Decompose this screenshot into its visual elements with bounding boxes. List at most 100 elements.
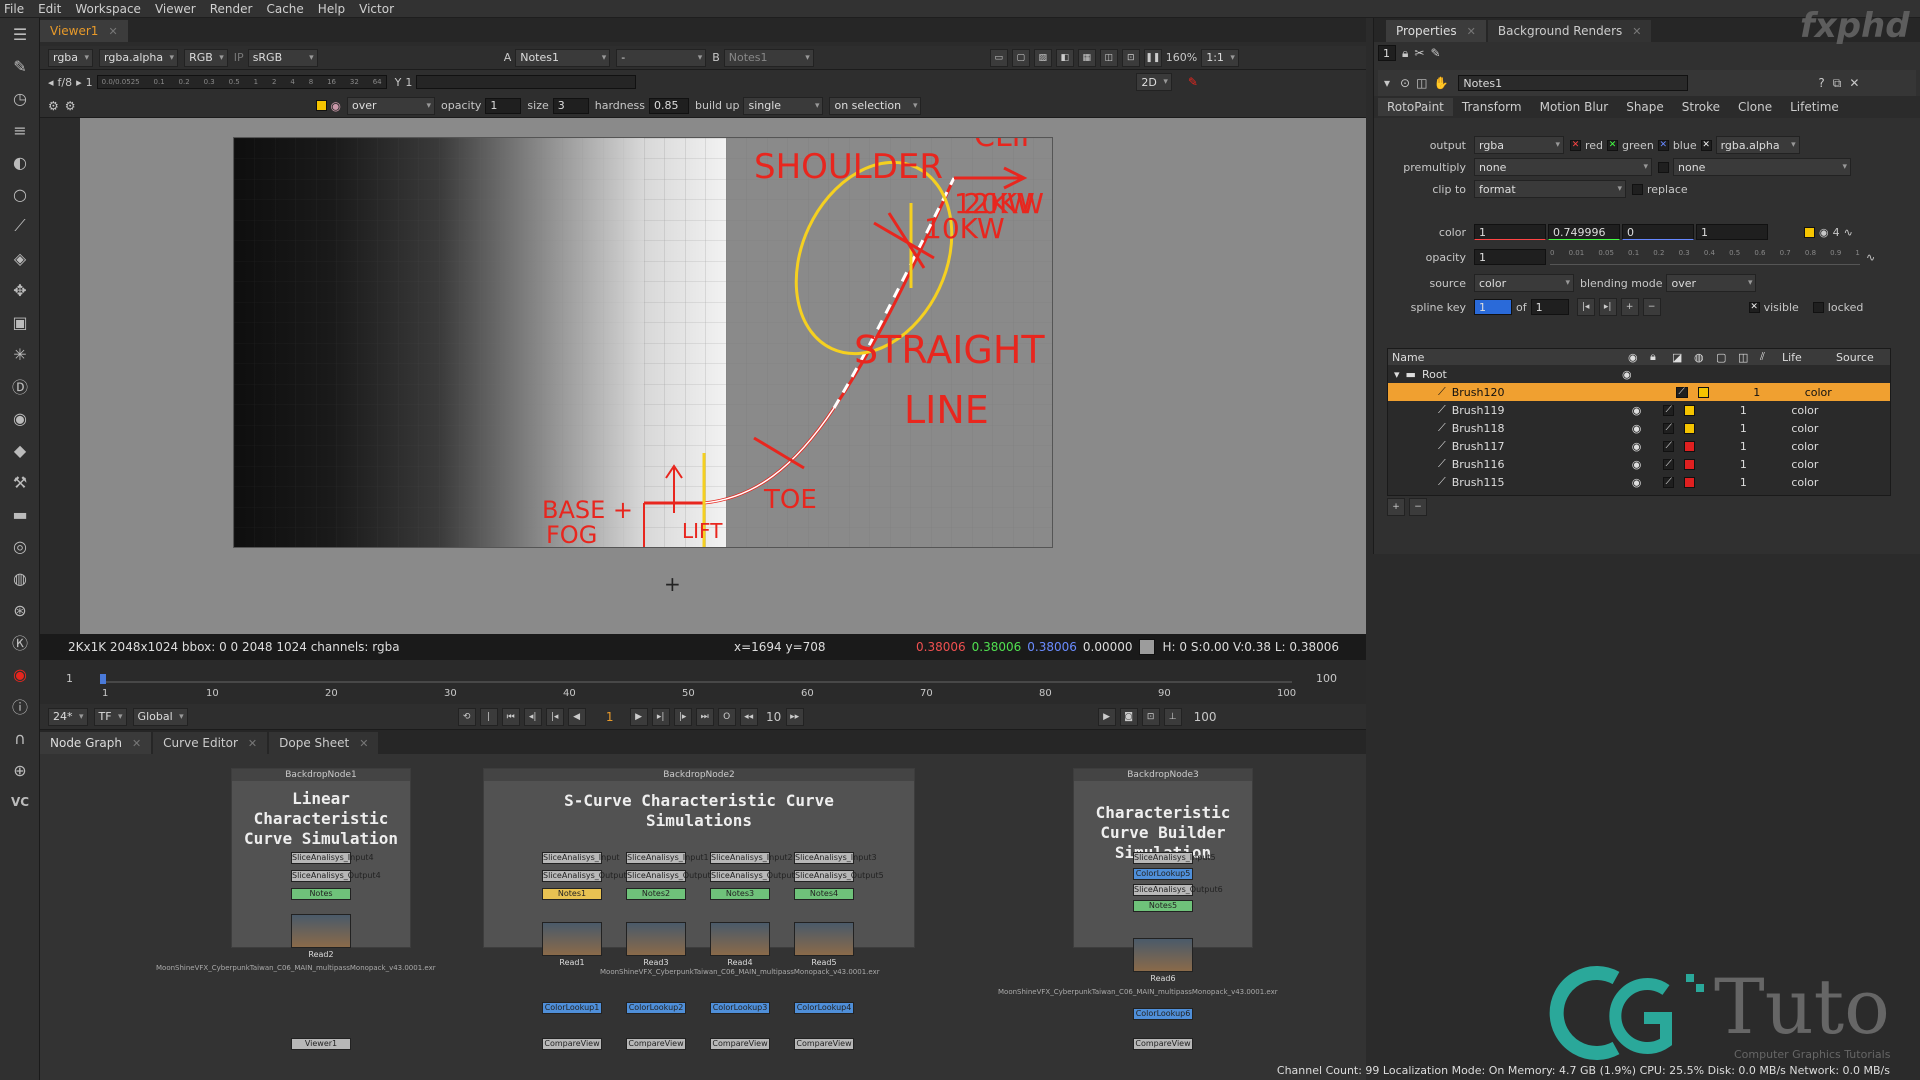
notes-node[interactable]: Notes <box>291 888 351 900</box>
grid-icon[interactable]: ▦ <box>1077 48 1096 67</box>
node-name-field[interactable]: Notes1 <box>1458 75 1689 91</box>
pause-icon[interactable]: ❚❚ <box>1143 48 1162 67</box>
curve-icon[interactable]: ∿ <box>1866 251 1875 264</box>
menu-render[interactable]: Render <box>210 2 253 16</box>
slice-output-node[interactable]: SliceAnalisys_Output5 <box>794 870 884 882</box>
read-node[interactable] <box>1133 938 1193 972</box>
green-checkbox[interactable]: ✕ <box>1607 139 1619 151</box>
transform-icon[interactable]: ✥ <box>0 274 40 306</box>
wipe-icon[interactable]: ▨ <box>1033 48 1052 67</box>
tab-motion-blur[interactable]: Motion Blur <box>1531 98 1618 116</box>
layer-row-brush120[interactable]: ⟋ Brush120 ⟋ 1 color <box>1388 383 1890 401</box>
colorlookup-node[interactable]: ColorLookup6 <box>1133 1008 1193 1020</box>
layer-row-brush116[interactable]: ⟋ Brush116 ◉ ⟋ 1 color <box>1388 455 1890 473</box>
opacity-slider[interactable]: 0 0.01 0.05 0.1 0.2 0.3 0.4 0.5 0.6 0.7 0.8 0.9 1 <box>1550 249 1860 265</box>
premult-checkbox[interactable] <box>1658 161 1669 173</box>
layer-row-brush118[interactable]: ⟋ Brush118 ◉ ⟋ 1 color <box>1388 419 1890 437</box>
next-key-icon[interactable]: |▸ <box>673 707 692 726</box>
end-frame[interactable]: 100 <box>1194 710 1217 724</box>
invert-checkbox[interactable]: ⟋ <box>1675 386 1688 398</box>
float-icon[interactable]: ✂ <box>1414 46 1424 60</box>
compareview-node[interactable]: CompareView <box>542 1038 602 1050</box>
gamma-slider[interactable] <box>416 75 637 89</box>
last-frame-icon[interactable]: ⏭ <box>695 707 714 726</box>
spline-key-field[interactable]: 1 <box>1474 299 1512 315</box>
eye-icon[interactable]: ◉ <box>1622 368 1632 381</box>
first-frame-icon[interactable]: ⏮ <box>501 707 520 726</box>
overlay-icon[interactable]: ◧ <box>1055 48 1074 67</box>
stroke-color-swatch[interactable] <box>1697 386 1709 398</box>
node-graph[interactable]: BackdropNode1 Linear Characteristic Curv… <box>40 754 1366 1080</box>
menu-file[interactable]: File <box>4 2 24 16</box>
buildup-label[interactable]: build up <box>695 99 740 112</box>
stroke-color-swatch[interactable] <box>1684 422 1696 434</box>
read-node[interactable] <box>626 922 686 956</box>
tab-viewer1[interactable]: Viewer1 ✕ <box>40 20 128 42</box>
vc-icon[interactable]: VC <box>0 786 40 818</box>
menu-edit[interactable]: Edit <box>38 2 61 16</box>
add-layer-button[interactable]: + <box>1387 498 1405 516</box>
tab-transform[interactable]: Transform <box>1453 98 1531 116</box>
red-checkbox[interactable]: ✕ <box>1570 139 1581 151</box>
hardness-field[interactable]: 0.85 <box>648 97 689 114</box>
notes-node[interactable]: Notes4 <box>794 888 854 900</box>
clip-dropdown[interactable]: format <box>1474 180 1626 198</box>
add-key-icon[interactable]: + <box>1620 298 1639 316</box>
max-panels-field[interactable]: 1 <box>1378 45 1396 61</box>
record-icon[interactable]: ◉ <box>0 658 40 690</box>
slice-input-node[interactable]: SliceAnalisys_Input5 <box>1133 852 1216 864</box>
slice-output-node[interactable]: SliceAnalisys_Output <box>542 870 627 882</box>
compareview-node[interactable]: CompareView <box>626 1038 686 1050</box>
opacity-field[interactable]: 1 <box>1474 249 1546 265</box>
replace-checkbox[interactable] <box>1632 183 1643 195</box>
blend-dropdown[interactable]: over <box>347 96 436 115</box>
views-icon[interactable]: ◉ <box>0 402 40 434</box>
premultiply2-dropdown[interactable]: none <box>1673 158 1851 176</box>
read-node[interactable] <box>291 914 351 948</box>
layer-row-brush115[interactable]: ⟋ Brush115 ◉ ⟋ 1 color <box>1388 473 1890 491</box>
close-icon[interactable]: ✕ <box>248 737 257 750</box>
close-icon[interactable]: ✕ <box>1632 25 1641 38</box>
gizmo-icon[interactable]: ⊛ <box>0 594 40 626</box>
tab-background-renders[interactable]: Background Renders ✕ <box>1487 20 1652 42</box>
next-icon[interactable]: ▸ <box>76 76 82 89</box>
blending-mode-dropdown[interactable]: over <box>1666 274 1757 292</box>
notes-node[interactable]: Notes2 <box>626 888 686 900</box>
prev-key-icon[interactable]: |◂ <box>1576 298 1595 316</box>
monitor-icon[interactable]: ▢ <box>1011 48 1030 67</box>
slice-input-node[interactable]: SliceAnalisys_Input <box>542 852 620 864</box>
slice-input-node[interactable]: SliceAnalisys_Input3 <box>794 852 877 864</box>
remove-layer-button[interactable]: − <box>1409 498 1427 516</box>
b-input-dropdown[interactable]: Notes1 <box>723 48 814 67</box>
stroke-color-swatch[interactable] <box>1684 476 1696 488</box>
premultiply-dropdown[interactable]: none <box>1474 158 1652 176</box>
invert-checkbox[interactable]: ⟋ <box>1663 422 1675 434</box>
color-swatch[interactable] <box>315 100 327 111</box>
tab-dope-sheet[interactable]: Dope Sheet ✕ <box>269 732 379 754</box>
colorlookup-node[interactable]: ColorLookup2 <box>626 1002 686 1014</box>
source-dropdown[interactable]: color <box>1474 274 1574 292</box>
furnace-icon[interactable]: ◎ <box>0 530 40 562</box>
timeline[interactable]: 1 100 1 10 20 30 40 50 60 70 80 90 100 <box>40 660 1366 704</box>
menu-viewer[interactable]: Viewer <box>155 2 196 16</box>
viewer-node[interactable]: Viewer1 <box>291 1038 351 1050</box>
keying-icon[interactable]: Ⓚ <box>0 626 40 658</box>
tab-properties[interactable]: Properties ✕ <box>1386 20 1486 42</box>
menu-help[interactable]: Help <box>318 2 345 16</box>
slice-output-node[interactable]: SliceAnalisys_Output4 <box>710 870 800 882</box>
color-r-field[interactable]: 1 <box>1474 224 1546 240</box>
size-field[interactable]: 3 <box>552 97 589 114</box>
view-mode-dropdown[interactable]: 2D <box>1136 73 1172 91</box>
brush-settings-icon[interactable]: ⚙ <box>65 99 76 113</box>
notes-node[interactable]: Notes1 <box>542 888 602 900</box>
channel-icon[interactable]: ≡ <box>0 114 40 146</box>
stroke-color-swatch[interactable] <box>1684 440 1696 452</box>
close-icon[interactable]: ✕ <box>132 737 141 750</box>
color-a-field[interactable]: 1 <box>1696 224 1768 240</box>
step-value[interactable]: 10 <box>762 710 786 724</box>
eye-icon[interactable]: ◉ <box>1632 422 1642 435</box>
read-node[interactable] <box>794 922 854 956</box>
metadata-icon[interactable]: ◆ <box>0 434 40 466</box>
filter-icon[interactable]: ○ <box>0 178 40 210</box>
color-icon[interactable]: ◐ <box>0 146 40 178</box>
